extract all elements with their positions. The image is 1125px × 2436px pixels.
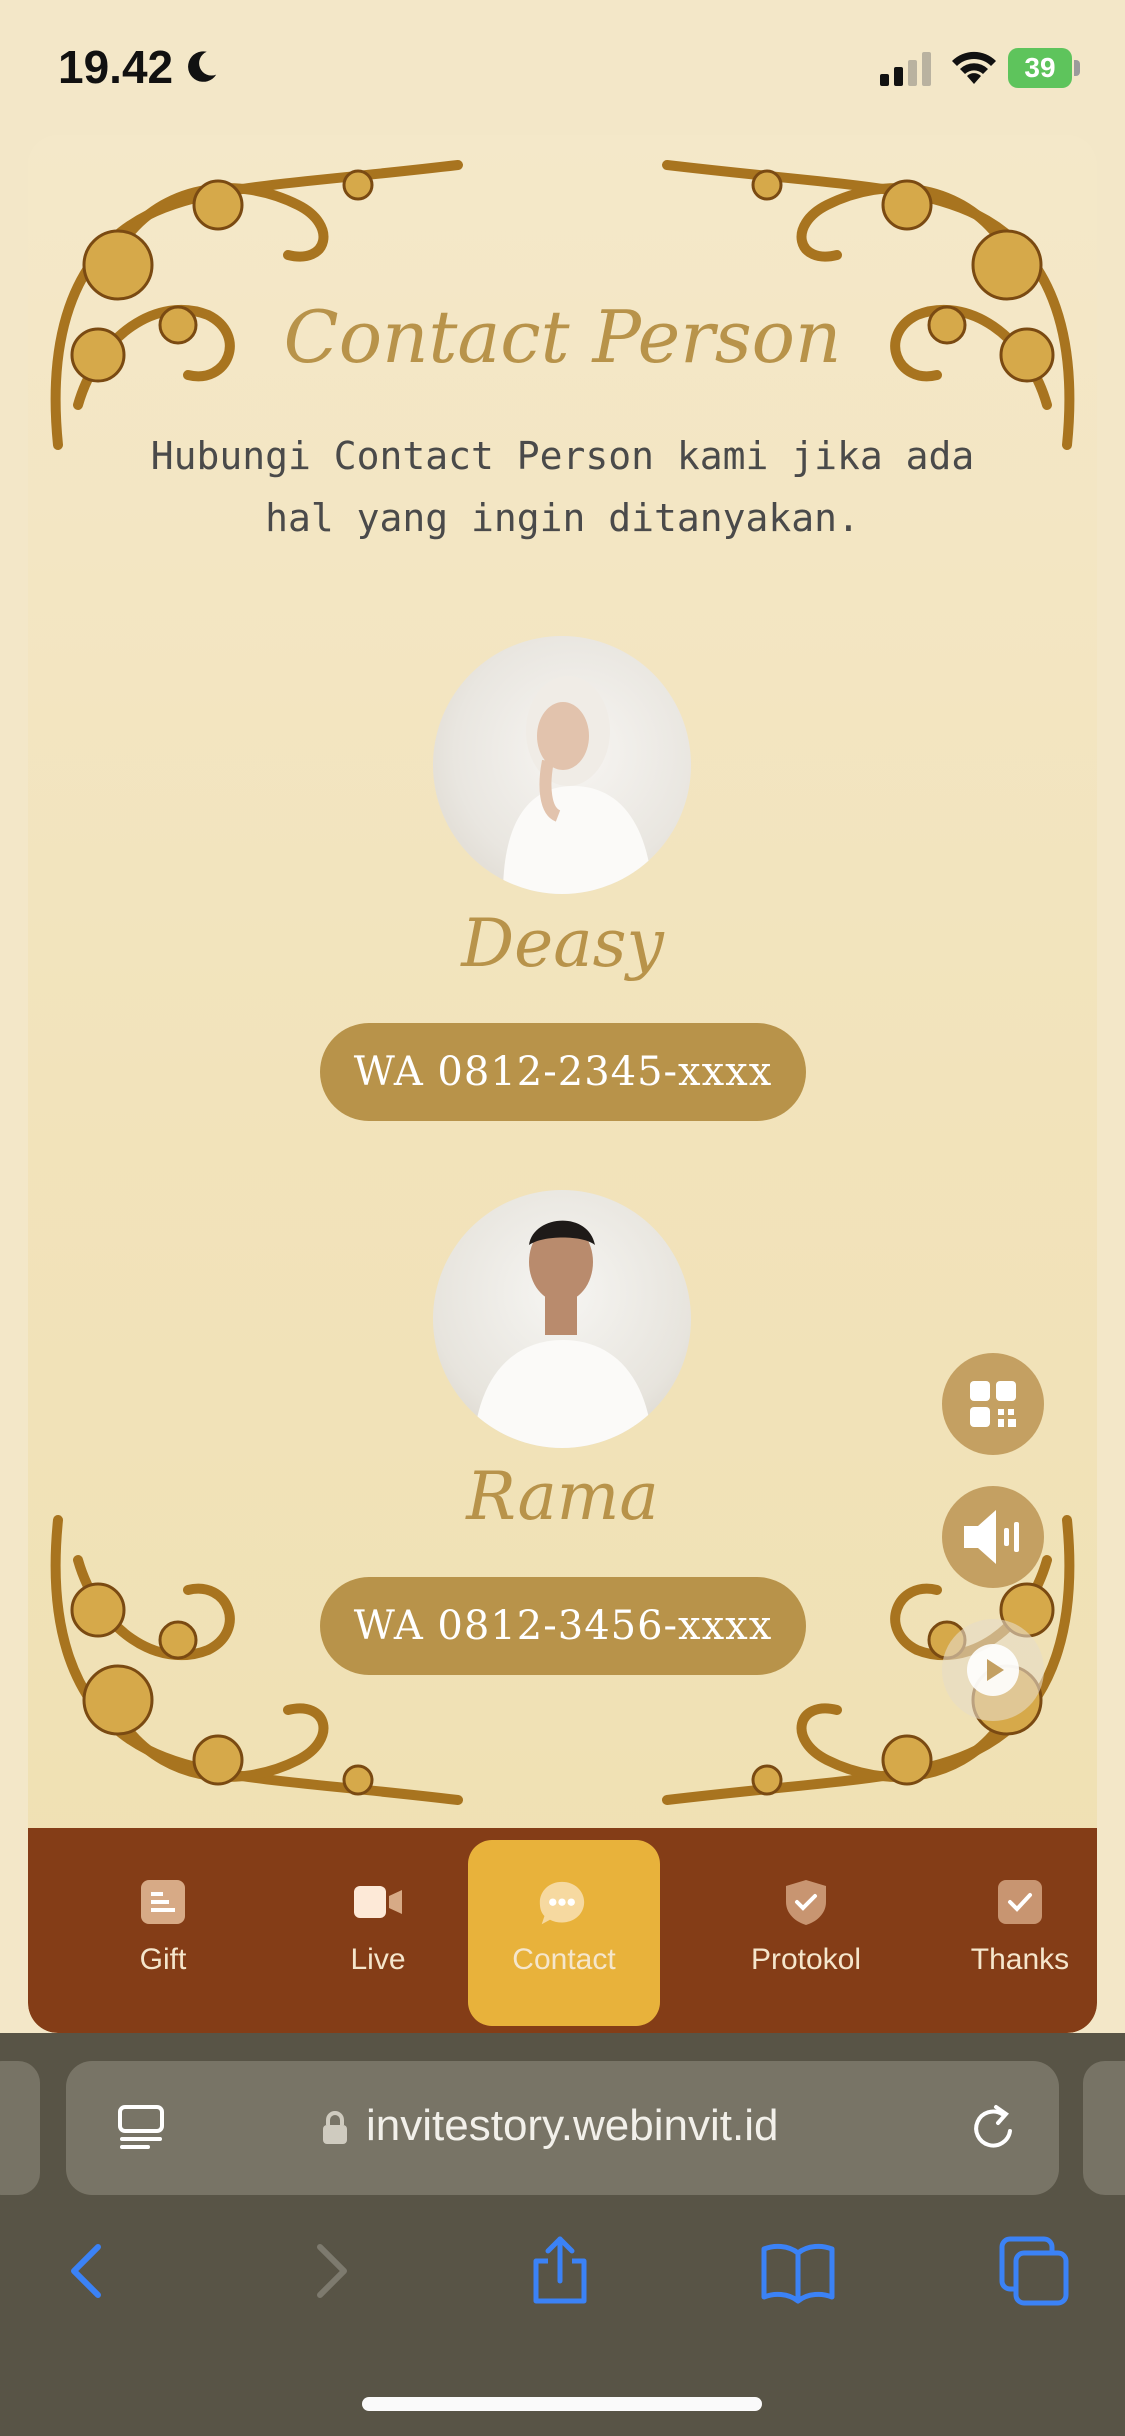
status-bar: 19.42 39 bbox=[0, 0, 1125, 135]
section-title: Contact Person bbox=[283, 295, 842, 379]
shield-check-icon bbox=[786, 1880, 826, 1925]
previous-tab-preview[interactable] bbox=[0, 2061, 40, 2195]
browser-chrome: invitestory.webinvit.id bbox=[0, 2033, 1125, 2436]
page-menu-icon[interactable] bbox=[116, 2103, 166, 2153]
contact-avatar-deasy bbox=[433, 636, 691, 894]
section-subtitle: Hubungi Contact Person kami jika ada hal… bbox=[150, 434, 975, 540]
battery-icon: 39 bbox=[1008, 48, 1080, 88]
play-icon bbox=[967, 1644, 1019, 1696]
lock-icon bbox=[323, 2111, 347, 2144]
nav-label-contact: Contact bbox=[512, 1943, 616, 1976]
person-photo-icon bbox=[503, 676, 653, 894]
address-bar[interactable]: invitestory.webinvit.id bbox=[66, 2061, 1059, 2195]
whatsapp-button-deasy[interactable]: WA 0812-2345-xxxx bbox=[320, 1023, 806, 1121]
nav-item-gift[interactable]: Gift bbox=[63, 1828, 263, 2033]
nav-item-protokol[interactable]: Protokol bbox=[706, 1828, 906, 2033]
next-tab-preview[interactable] bbox=[1083, 2061, 1125, 2195]
nav-item-thanks[interactable]: Thanks bbox=[920, 1828, 1097, 2033]
contact-avatar-rama bbox=[433, 1190, 691, 1448]
status-time: 19.42 bbox=[58, 41, 174, 93]
qr-code-button[interactable] bbox=[942, 1353, 1044, 1455]
whatsapp-button-rama[interactable]: WA 0812-3456-xxxx bbox=[320, 1577, 806, 1675]
chat-bubble-icon bbox=[539, 1881, 585, 1925]
contact-name-rama: Rama bbox=[466, 1458, 659, 1535]
wifi-icon bbox=[952, 51, 996, 84]
nav-item-contact[interactable]: Contact bbox=[468, 1840, 660, 2026]
cellular-signal-icon bbox=[880, 52, 931, 86]
bottom-nav: Gift Live Contact Protokol Thanks bbox=[28, 1828, 1097, 2033]
moon-icon bbox=[188, 51, 217, 82]
forward-icon[interactable] bbox=[292, 2233, 368, 2309]
nav-item-live[interactable]: Live bbox=[278, 1828, 478, 2033]
autoscroll-play-button[interactable] bbox=[942, 1619, 1044, 1721]
gift-list-icon bbox=[141, 1880, 185, 1924]
speaker-icon bbox=[964, 1510, 1019, 1564]
nav-label-protokol: Protokol bbox=[750, 1943, 862, 1976]
back-icon[interactable] bbox=[50, 2233, 126, 2309]
checkbox-icon bbox=[998, 1880, 1042, 1924]
video-camera-icon bbox=[354, 1886, 402, 1918]
nav-label-thanks: Thanks bbox=[970, 1943, 1070, 1976]
nav-label-gift: Gift bbox=[139, 1943, 187, 1976]
home-indicator bbox=[362, 2397, 762, 2411]
battery-tip bbox=[1074, 60, 1080, 76]
bookmarks-icon[interactable] bbox=[760, 2233, 836, 2309]
qr-code-icon bbox=[970, 1381, 1016, 1427]
contact-card: Contact Person Hubungi Contact Person ka… bbox=[28, 135, 1097, 2033]
nav-label-live: Live bbox=[350, 1943, 406, 1976]
battery-level: 39 bbox=[1008, 48, 1072, 88]
url-text: invitestory.webinvit.id bbox=[366, 2101, 779, 2150]
share-icon[interactable] bbox=[522, 2233, 598, 2309]
contact-name-deasy: Deasy bbox=[461, 905, 664, 982]
sound-toggle-button[interactable] bbox=[942, 1486, 1044, 1588]
reload-icon[interactable] bbox=[966, 2101, 1022, 2157]
person-photo-icon bbox=[473, 1220, 653, 1448]
tabs-icon[interactable] bbox=[996, 2233, 1072, 2309]
